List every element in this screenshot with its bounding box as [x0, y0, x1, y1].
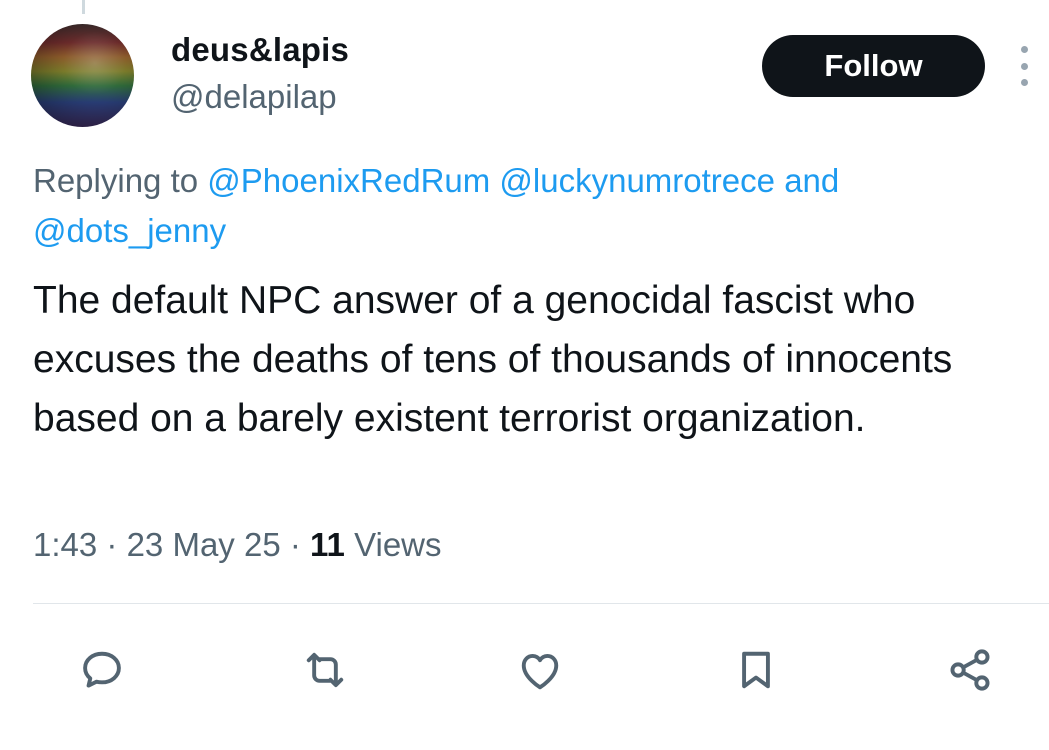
like-button[interactable] [508, 638, 572, 702]
tweet-date[interactable]: 23 May 25 [127, 526, 281, 563]
replying-to-line: Replying to @PhoenixRedRum @luckynumrotr… [33, 156, 1023, 256]
avatar[interactable] [31, 24, 134, 127]
author-display-name[interactable]: deus&lapis [171, 31, 349, 69]
meta-separator: · [289, 526, 301, 563]
follow-button[interactable]: Follow [762, 35, 985, 97]
share-icon [950, 649, 990, 691]
like-icon [521, 653, 559, 690]
bookmark-icon [742, 651, 770, 689]
retweet-button[interactable] [293, 638, 357, 702]
replying-to-and[interactable]: and [784, 162, 839, 199]
tweet-meta: 1:43 · 23 May 25 · 11 Views [33, 526, 442, 564]
comment-icon [83, 651, 121, 688]
meta-separator: · [106, 526, 118, 563]
divider [33, 603, 1049, 604]
avatar-image [31, 24, 134, 127]
comment-button[interactable] [70, 638, 134, 702]
share-button[interactable] [938, 638, 1002, 702]
dot [1020, 79, 1028, 86]
mention-link[interactable]: @luckynumrotrece [499, 162, 775, 199]
thread-connector-line [82, 0, 85, 14]
more-options-icon[interactable] [1014, 46, 1034, 86]
mention-link[interactable]: @PhoenixRedRum [207, 162, 490, 199]
views-label: Views [354, 526, 442, 563]
bookmark-button[interactable] [724, 638, 788, 702]
tweet-text: The default NPC answer of a genocidal fa… [33, 279, 953, 440]
retweet-icon [306, 652, 344, 688]
replying-to-label: Replying to [33, 162, 199, 199]
mention-link[interactable]: @dots_jenny [33, 212, 226, 249]
author-handle[interactable]: @delapilap [171, 78, 337, 116]
dot [1020, 46, 1028, 53]
action-bar [0, 630, 1049, 710]
views-count: 11 [310, 526, 345, 563]
dot [1020, 62, 1028, 70]
tweet-time[interactable]: 1:43 [33, 526, 97, 563]
